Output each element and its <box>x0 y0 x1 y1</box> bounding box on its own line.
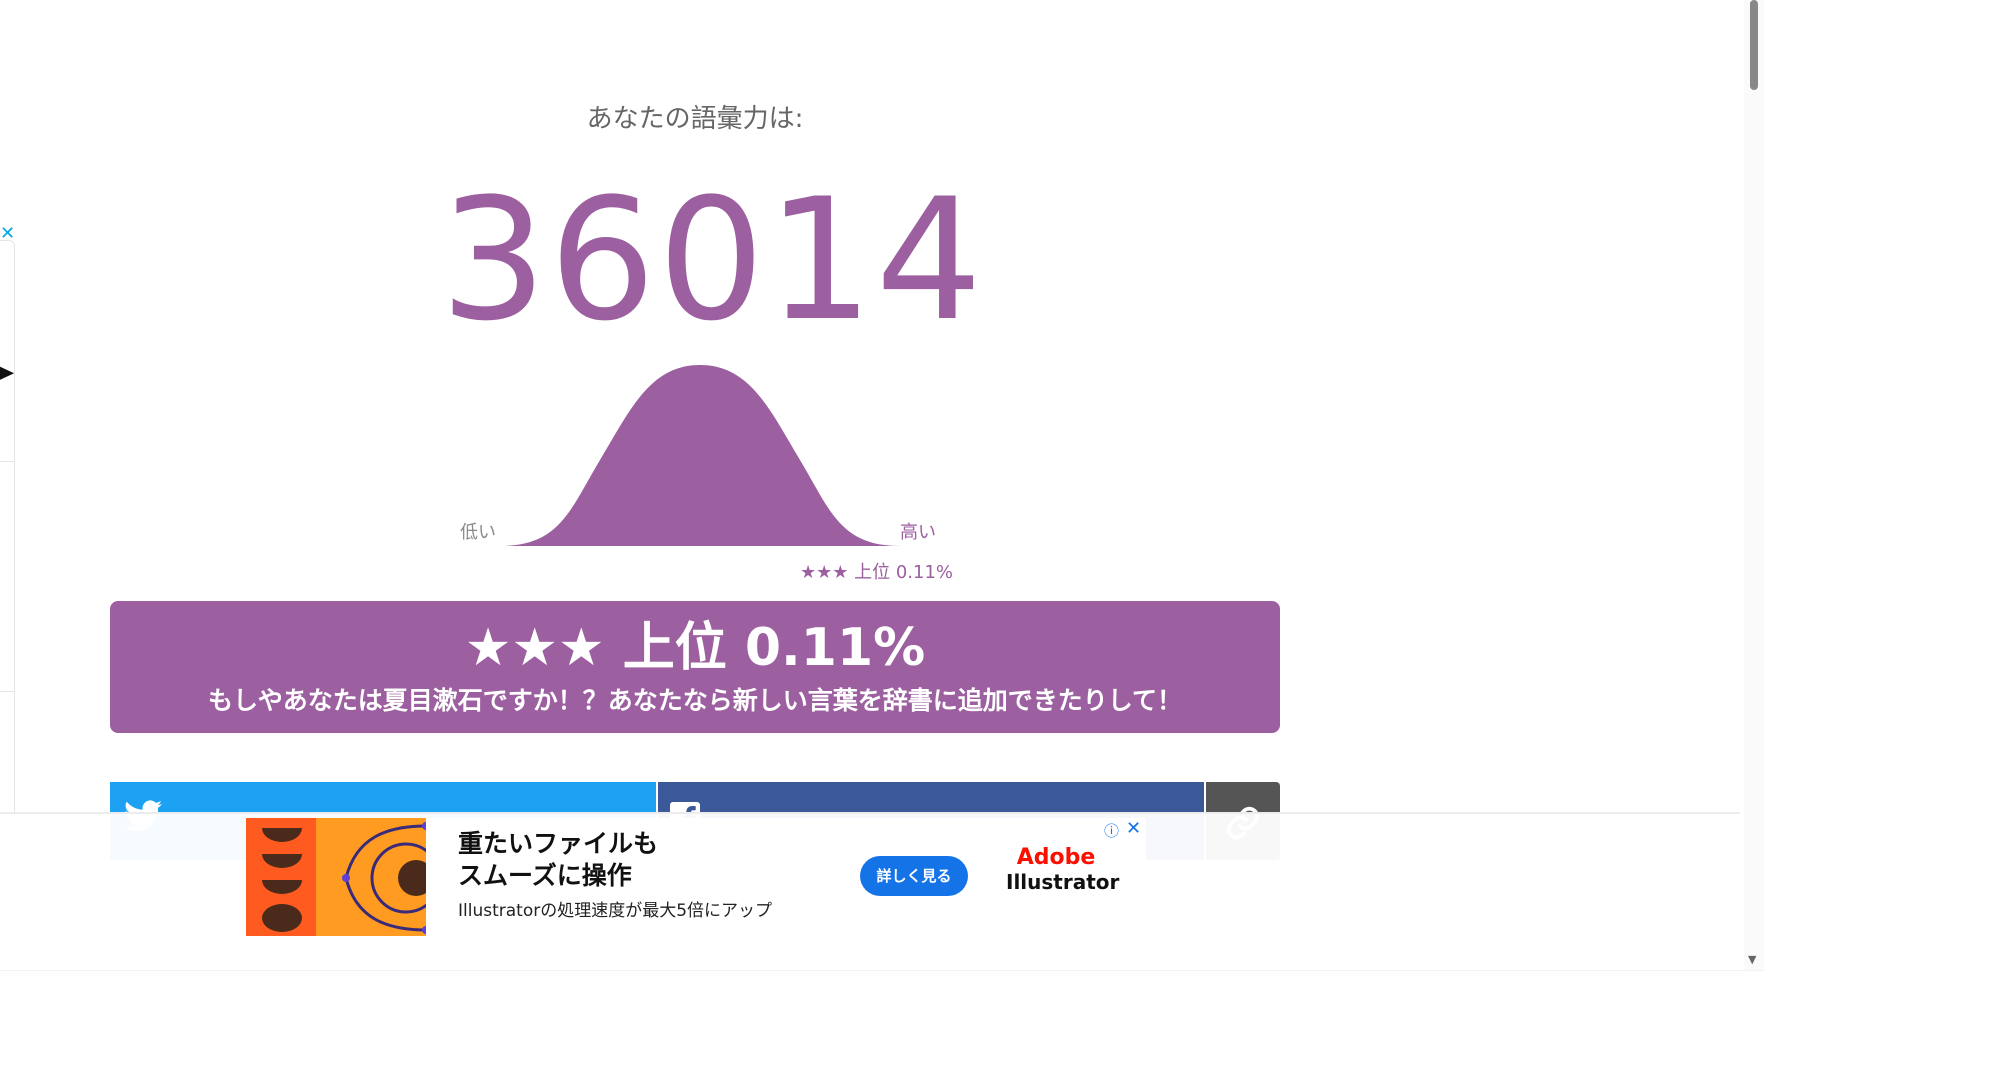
adobe-illustrator-logo: Adobe Illustrator <box>1006 845 1120 895</box>
ad-info-icon[interactable]: ⓘ <box>1104 820 1119 841</box>
ad-close-icon[interactable]: ✕ <box>1126 818 1141 839</box>
viewport-bottom-edge <box>0 970 1764 971</box>
distribution-bell-curve <box>500 365 900 546</box>
curve-high-label: 高い <box>900 522 936 543</box>
ad-headline: 重たいファイルも スムーズに操作 <box>458 828 658 892</box>
ad-brand-name: Adobe <box>1016 845 1096 870</box>
side-panel-close-icon[interactable]: ✕ <box>0 224 15 244</box>
curve-low-label: 低い <box>460 522 496 543</box>
side-panel-divider <box>0 461 14 462</box>
ad-headline-line1: 重たいファイルも <box>458 829 659 858</box>
ad-subtext: Illustratorの処理速度が最大5倍にアップ <box>458 901 773 921</box>
ad-headline-line2: スムーズに操作 <box>458 861 632 890</box>
adobe-banner-ad[interactable]: 重たいファイルも スムーズに操作 Illustratorの処理速度が最大5倍にア… <box>246 818 1146 936</box>
screen: ✕ ➤ あなたの語彙力は: 36014 低い 高い ★★★ 上位 0.11% ★… <box>0 0 2000 1088</box>
side-panel-divider <box>0 691 14 692</box>
scrollbar-thumb[interactable] <box>1750 0 1758 90</box>
banner-message: もしやあなたは夏目漱石ですか！？あなたなら新しい言葉を辞書に追加できたりして！ <box>207 686 1182 715</box>
ad-learn-more-button[interactable]: 詳しく見る <box>860 856 968 896</box>
banner-rank-text: ★★★ 上位 0.11% <box>464 618 926 678</box>
scroll-down-arrow-icon[interactable]: ▼ <box>1748 954 1756 966</box>
side-panel-arrow-icon[interactable]: ➤ <box>0 358 15 388</box>
vertical-scrollbar[interactable]: ▼ <box>1744 0 1764 970</box>
vocabulary-score: 36014 <box>440 162 985 358</box>
curve-rank-marker: ★★★ 上位 0.11% <box>800 562 954 583</box>
result-banner: ★★★ 上位 0.11% もしやあなたは夏目漱石ですか！？あなたなら新しい言葉を… <box>110 601 1280 733</box>
result-subtitle: あなたの語彙力は: <box>586 104 804 134</box>
ad-illustration-image <box>246 818 426 936</box>
ad-product-name: Illustrator <box>1006 870 1120 894</box>
bell-curve-shape <box>500 365 900 546</box>
result-page: ✕ ➤ あなたの語彙力は: 36014 低い 高い ★★★ 上位 0.11% ★… <box>0 0 1764 970</box>
